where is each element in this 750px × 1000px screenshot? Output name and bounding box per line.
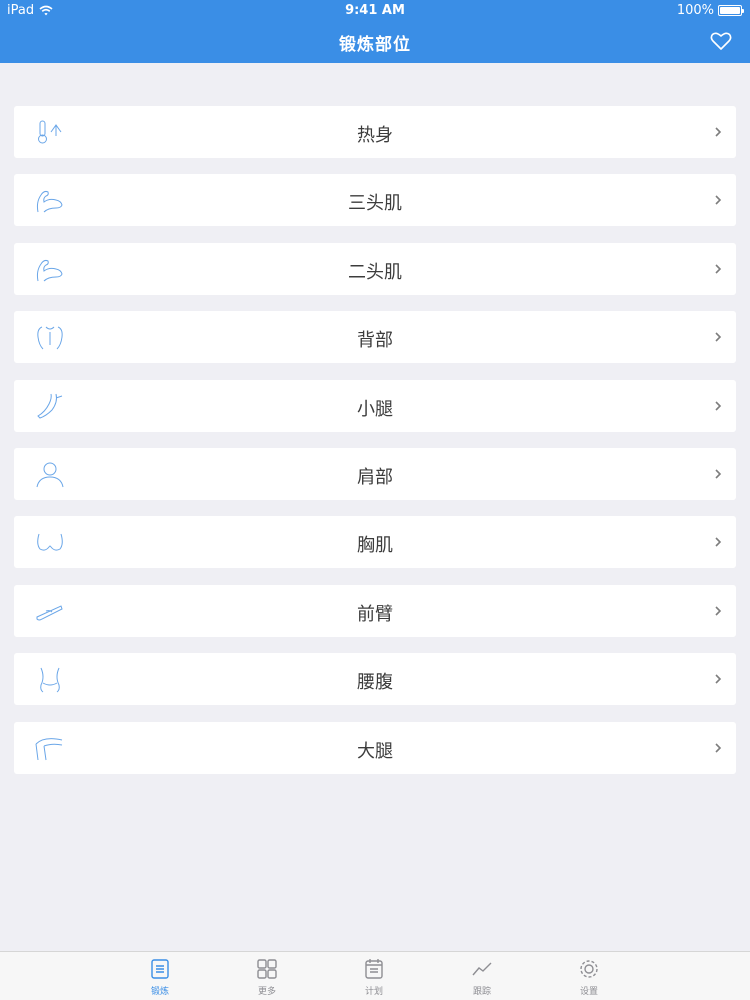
list-item[interactable]: 背部 (14, 311, 736, 364)
calendar-icon (365, 959, 383, 979)
tab-chart-line[interactable]: 跟踪 (452, 958, 512, 997)
list-item[interactable]: 胸肌 (14, 516, 736, 569)
list-item-label: 二头肌 (348, 261, 402, 283)
grid-icon (257, 959, 277, 979)
list-item-label: 三头肌 (348, 193, 402, 215)
chevron-right-icon (715, 469, 722, 479)
list-item-label: 胸肌 (357, 535, 393, 557)
list-item[interactable]: 肩部 (14, 447, 736, 500)
heart-icon[interactable] (710, 31, 732, 51)
status-time: 9:41 AM (345, 3, 405, 18)
page-title: 锻炼部位 (339, 35, 411, 55)
chevron-right-icon (715, 127, 722, 137)
chart-line-icon (472, 962, 492, 976)
chevron-right-icon (715, 606, 722, 616)
list-item[interactable]: 二头肌 (14, 242, 736, 295)
chevron-right-icon (715, 332, 722, 342)
chevron-right-icon (715, 264, 722, 274)
battery-percent: 100% (676, 3, 714, 18)
tab-label: 锻炼 (150, 987, 169, 997)
battery-icon (718, 5, 744, 16)
tab-label: 跟踪 (472, 987, 491, 997)
list-item-label: 肩部 (357, 466, 393, 488)
status-bar: iPad 9:41 AM 100% (0, 0, 750, 22)
list-item[interactable]: 腰腹 (14, 653, 736, 706)
list-item-label: 热身 (357, 125, 393, 146)
list-item[interactable]: 小腿 (14, 379, 736, 432)
list-item-label: 大腿 (357, 740, 393, 762)
tab-gear[interactable]: 设置 (559, 958, 619, 997)
tab-grid[interactable]: 更多 (237, 958, 297, 997)
body-part-list: 热身三头肌二头肌背部小腿肩部胸肌前臂腰腹大腿 (14, 106, 736, 790)
navigation-header: iPad 9:41 AM 100% 锻炼部位 (0, 0, 750, 63)
list-item[interactable]: 大腿 (14, 721, 736, 774)
tab-list[interactable]: 锻炼 (130, 958, 190, 997)
list-item-label: 前臂 (357, 603, 393, 625)
list-item-label: 小腿 (357, 398, 393, 420)
chevron-right-icon (715, 400, 722, 411)
gear-icon (580, 960, 598, 978)
list-item[interactable]: 三头肌 (14, 174, 736, 227)
tab-label: 更多 (257, 987, 276, 997)
chevron-right-icon (715, 195, 722, 205)
tab-label: 计划 (364, 987, 383, 997)
chevron-right-icon (715, 742, 722, 753)
list-item[interactable]: 热身 (14, 106, 736, 158)
list-item[interactable]: 前臂 (14, 584, 736, 637)
chevron-right-icon (715, 537, 722, 547)
list-item-label: 腰腹 (357, 672, 393, 694)
tab-label: 设置 (579, 987, 598, 997)
tab-calendar[interactable]: 计划 (344, 958, 404, 997)
chevron-right-icon (715, 674, 722, 684)
list-item-label: 背部 (357, 330, 393, 352)
list-icon (151, 959, 169, 979)
tab-bar: 锻炼 更多 计划 跟踪 设置 (0, 951, 750, 1000)
